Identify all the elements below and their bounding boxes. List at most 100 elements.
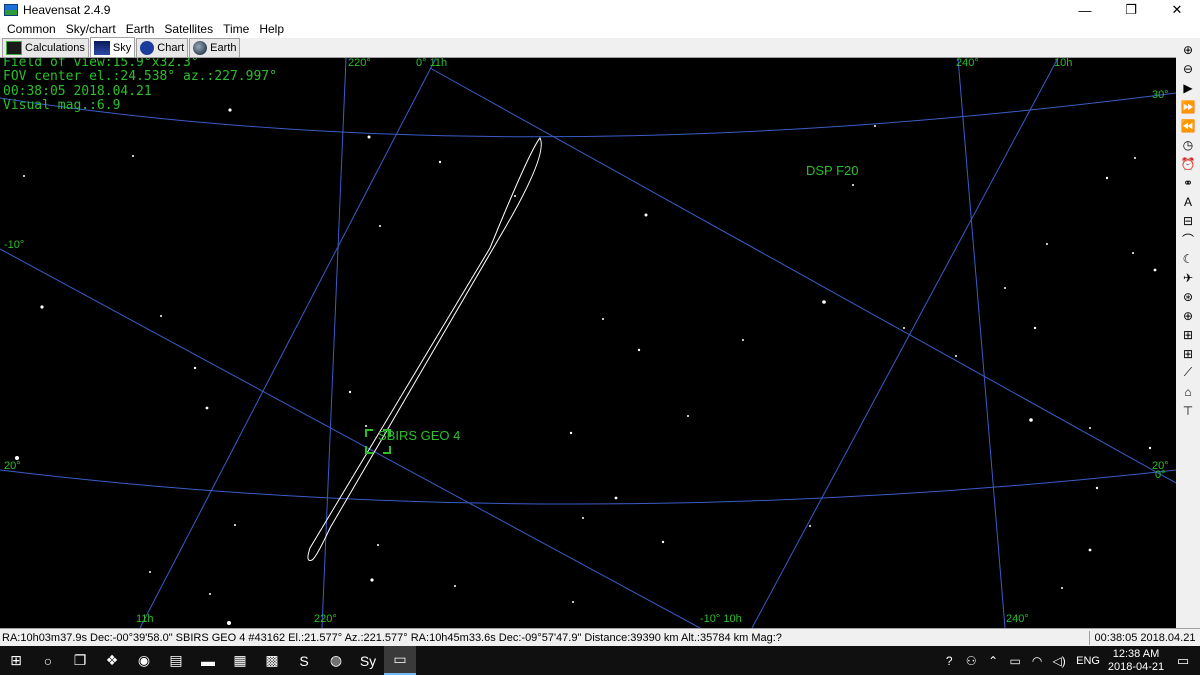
menu-satellites[interactable]: Satellites xyxy=(159,22,218,36)
rewind-icon[interactable]: ⏪ xyxy=(1179,117,1197,134)
satellite-label-sbirs-geo-4[interactable]: SBIRS GEO 4 xyxy=(378,428,460,443)
clock-time: 12:38 AM xyxy=(1112,647,1160,660)
star xyxy=(602,318,604,320)
fast-forward-icon[interactable]: ⏩ xyxy=(1179,98,1197,115)
chart-grid-icon[interactable]: ⊞ xyxy=(1179,326,1197,343)
satellite-icon[interactable]: ✈ xyxy=(1179,269,1197,286)
star xyxy=(454,585,456,587)
task-view-icon[interactable]: ❐ xyxy=(64,646,96,675)
people-icon[interactable]: ⚇ xyxy=(960,654,982,668)
app-icon-1[interactable]: ◉ xyxy=(128,646,160,675)
fov-center-readout: FOV center el.:24.538° az.:227.997° xyxy=(3,69,277,84)
grid-line-ra-11h xyxy=(139,58,437,628)
trail-icon[interactable]: ⟋ xyxy=(1179,364,1197,381)
tab-sky[interactable]: Sky xyxy=(89,37,136,57)
grid-label-az-220-bottom: 220° xyxy=(314,613,337,625)
star-field xyxy=(15,108,1157,625)
star xyxy=(227,621,231,625)
grid-label-el-20-left: 20° xyxy=(4,460,21,472)
stellarium-icon[interactable]: Sy xyxy=(352,646,384,675)
satellite-label-dsp-f20[interactable]: DSP F20 xyxy=(806,163,859,178)
star xyxy=(228,108,232,112)
lock-icon[interactable]: ⊟ xyxy=(1179,212,1197,229)
menu-sky-chart[interactable]: Sky/chart xyxy=(61,22,121,36)
help-icon[interactable]: ? xyxy=(938,654,960,668)
star xyxy=(209,593,211,595)
search-icon[interactable]: ○ xyxy=(32,646,64,675)
arc-icon[interactable]: ⌒ xyxy=(1179,231,1197,248)
grid-label-el-30: 30° xyxy=(1152,89,1169,101)
zoom-in-icon[interactable]: ⊕ xyxy=(1179,41,1197,58)
close-button[interactable]: ✕ xyxy=(1154,0,1200,20)
visual-mag-readout: Visual mag.:6.9 xyxy=(3,98,121,113)
grid-label-dec-m10: -10° xyxy=(4,239,25,251)
grid-label-m10-10h-bottom: -10° 10h xyxy=(700,613,742,625)
star xyxy=(1095,486,1099,490)
star xyxy=(1153,268,1157,272)
tab-chart[interactable]: Chart xyxy=(136,38,189,57)
chevron-up-icon[interactable]: ⌃ xyxy=(982,654,1004,668)
window-title: Heavensat 2.4.9 xyxy=(23,3,111,17)
star xyxy=(348,390,352,394)
text-icon[interactable]: A xyxy=(1179,193,1197,210)
binoculars-icon[interactable]: ⚭ xyxy=(1179,174,1197,191)
menu-time[interactable]: Time xyxy=(218,22,254,36)
tab-label: Earth xyxy=(210,42,237,54)
system-tray: ? ⚇ ⌃ ▭ ◠ ◁) ENG 12:38 AM 2018-04-21 ▭ xyxy=(938,646,1200,675)
star xyxy=(438,160,442,164)
dropbox-icon[interactable]: ❖ xyxy=(96,646,128,675)
star xyxy=(687,415,689,417)
status-bar: RA:10h03m37.9s Dec:-00°39'58.0" SBIRS GE… xyxy=(0,628,1200,646)
firefox-icon[interactable]: ◍ xyxy=(320,646,352,675)
battery-icon[interactable]: ▭ xyxy=(1004,654,1026,668)
heavensat-icon[interactable]: ▭ xyxy=(384,646,416,675)
grid-label-az-240-top: 240° xyxy=(956,58,979,69)
grid-label-10h-top: 10h xyxy=(1054,58,1073,69)
minimize-button[interactable]: — xyxy=(1062,0,1108,20)
menu-common[interactable]: Common xyxy=(2,22,61,36)
chart-grid-2-icon[interactable]: ⊞ xyxy=(1179,345,1197,362)
heavensat-window: Heavensat 2.4.9 — ❐ ✕ Common Sky/chart E… xyxy=(0,0,1200,675)
clock-icon[interactable]: ◷ xyxy=(1179,136,1197,153)
star xyxy=(582,517,584,519)
skype-icon[interactable]: S xyxy=(288,646,320,675)
app-icon-3[interactable]: ▩ xyxy=(256,646,288,675)
tab-label: Calculations xyxy=(25,42,85,54)
volume-icon[interactable]: ◁) xyxy=(1048,654,1070,668)
restore-button[interactable]: ❐ xyxy=(1108,0,1154,20)
menu-help[interactable]: Help xyxy=(254,22,289,36)
tab-label: Chart xyxy=(157,42,185,54)
coordinate-grid xyxy=(0,58,1176,628)
notification-icon[interactable]: ▭ xyxy=(1166,653,1200,669)
wifi-icon[interactable]: ◠ xyxy=(1026,654,1048,668)
grid-line-el-30 xyxy=(0,92,1176,138)
grid-line-dec-m10 xyxy=(0,248,701,628)
notepad-icon[interactable]: ▤ xyxy=(160,646,192,675)
star xyxy=(614,496,618,500)
sky-view[interactable]: Field of view:15.9°x32.3° FOV center el.… xyxy=(0,58,1176,628)
language-indicator[interactable]: ENG xyxy=(1070,655,1106,667)
menu-earth[interactable]: Earth xyxy=(121,22,160,36)
app-icon-2[interactable]: ▦ xyxy=(224,646,256,675)
horizon-icon[interactable]: ⌂ xyxy=(1179,383,1197,400)
view-tabs: Calculations Sky Chart Earth xyxy=(0,37,1176,58)
calculations-icon xyxy=(6,41,22,55)
antenna-icon[interactable]: ⊤ xyxy=(1179,402,1197,419)
alarm-icon[interactable]: ⏰ xyxy=(1179,155,1197,172)
tab-earth[interactable]: Earth xyxy=(189,38,241,57)
star xyxy=(661,540,665,544)
dish-icon[interactable]: ⊛ xyxy=(1179,288,1197,305)
tab-calculations[interactable]: Calculations xyxy=(2,38,89,57)
clock[interactable]: 12:38 AM 2018-04-21 xyxy=(1106,648,1166,674)
earth-icon xyxy=(193,41,208,55)
zoom-out-icon[interactable]: ⊖ xyxy=(1179,60,1197,77)
start-icon[interactable]: ⊞ xyxy=(0,646,32,675)
globe-icon[interactable]: ⊕ xyxy=(1179,307,1197,324)
moon-icon[interactable]: ☾ xyxy=(1179,250,1197,267)
star xyxy=(160,315,162,317)
folder-icon[interactable]: ▬ xyxy=(192,646,224,675)
star xyxy=(514,195,516,197)
star xyxy=(205,406,209,410)
sky-chart-canvas xyxy=(0,58,1176,628)
play-icon[interactable]: ▶ xyxy=(1179,79,1197,96)
